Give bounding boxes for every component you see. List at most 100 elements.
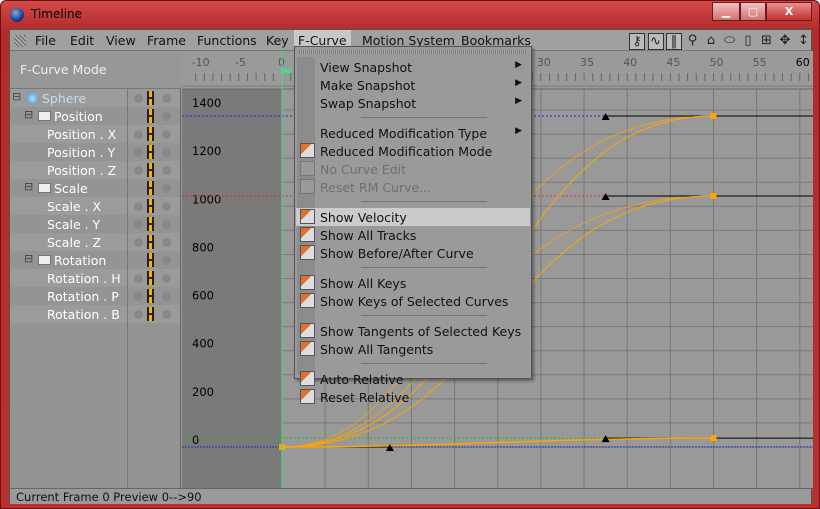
track-enable-icon[interactable] xyxy=(147,217,154,231)
track-enable-icon[interactable] xyxy=(147,253,154,267)
lock-toggle[interactable] xyxy=(162,94,171,103)
folder-icon xyxy=(38,183,51,193)
range-icon[interactable]: ▯ xyxy=(740,33,756,50)
track-row[interactable]: Scale . X xyxy=(10,197,180,215)
menu-item-auto-relative[interactable]: Auto Relative xyxy=(296,370,530,388)
solo-toggle[interactable] xyxy=(134,310,143,319)
menu-item-show-before-after-curve[interactable]: Show Before/After Curve xyxy=(296,244,530,262)
menu-item-reduced-modification-type[interactable]: Reduced Modification Type ▶ xyxy=(296,124,530,142)
solo-toggle[interactable] xyxy=(134,130,143,139)
track-enable-icon[interactable] xyxy=(147,145,154,159)
home-icon[interactable]: ⌂ xyxy=(703,33,719,50)
expand-toggle-icon[interactable]: ⊟ xyxy=(24,252,33,265)
lock-toggle[interactable] xyxy=(162,238,171,247)
lock-toggle[interactable] xyxy=(162,292,171,301)
track-enable-icon[interactable] xyxy=(147,235,154,249)
close-button[interactable]: X xyxy=(766,2,812,21)
track-row[interactable]: Rotation ⊟ xyxy=(10,251,180,269)
lock-toggle[interactable] xyxy=(162,256,171,265)
object-tree-panel: F-Curve Mode Sphere ⊟ Position ⊟ Position . … xyxy=(10,51,181,488)
lock-toggle[interactable] xyxy=(162,166,171,175)
ruler-label: 55 xyxy=(753,56,767,69)
menu-item-show-all-tangents[interactable]: Show All Tangents xyxy=(296,340,530,358)
menu-frame[interactable]: Frame xyxy=(147,33,186,48)
solo-toggle[interactable] xyxy=(134,274,143,283)
track-row[interactable]: Sphere ⊟ xyxy=(10,89,180,107)
track-row[interactable]: Scale ⊟ xyxy=(10,179,180,197)
menu-view[interactable]: View xyxy=(106,33,136,48)
lock-toggle[interactable] xyxy=(162,220,171,229)
lock-toggle[interactable] xyxy=(162,310,171,319)
expand-toggle-icon[interactable]: ⊟ xyxy=(12,90,21,103)
menu-item-show-keys-of-selected-curves[interactable]: Show Keys of Selected Curves xyxy=(296,292,530,310)
before-after-icon xyxy=(300,245,315,260)
lock-toggle[interactable] xyxy=(162,274,171,283)
track-label: Scale . Z xyxy=(47,235,102,250)
all-keys-icon xyxy=(300,275,315,290)
maximize-button[interactable]: ▢ xyxy=(740,2,766,21)
minimize-button[interactable]: ▁ xyxy=(712,2,740,21)
track-row[interactable]: Position . X xyxy=(10,125,180,143)
menu-item-show-all-tracks[interactable]: Show All Tracks xyxy=(296,226,530,244)
track-enable-icon[interactable] xyxy=(147,289,154,303)
grip-icon[interactable] xyxy=(14,35,26,47)
solo-toggle[interactable] xyxy=(134,166,143,175)
track-enable-icon[interactable] xyxy=(147,271,154,285)
tearoff-grip[interactable] xyxy=(299,50,527,54)
expand-toggle-icon[interactable]: ⊟ xyxy=(24,180,33,193)
link-icon[interactable]: ⬭ xyxy=(722,33,738,50)
status-bar: Current Frame 0 Preview 0-->90 xyxy=(10,488,811,504)
track-row[interactable]: Scale . Z xyxy=(10,233,180,251)
track-row[interactable]: Scale . Y xyxy=(10,215,180,233)
menu-edit[interactable]: Edit xyxy=(70,33,94,48)
zoom-icon[interactable]: ⚲ xyxy=(685,33,701,50)
track-enable-icon[interactable] xyxy=(147,307,154,321)
track-row[interactable]: Rotation . B xyxy=(10,305,180,323)
menu-item-label: Show All Tracks xyxy=(320,228,417,243)
add-icon[interactable]: ⊞ xyxy=(759,33,775,50)
solo-toggle[interactable] xyxy=(134,148,143,157)
reset-rm-icon xyxy=(300,179,315,194)
value-label: 200 xyxy=(192,385,214,399)
menu-separator xyxy=(361,315,487,316)
key-mode-icon[interactable]: ⚷ xyxy=(629,33,645,50)
track-row[interactable]: Rotation . P xyxy=(10,287,180,305)
track-row[interactable]: Position . Y xyxy=(10,143,180,161)
track-enable-icon[interactable] xyxy=(147,199,154,213)
solo-toggle[interactable] xyxy=(134,220,143,229)
menu-file[interactable]: File xyxy=(35,33,56,48)
lock-toggle[interactable] xyxy=(162,184,171,193)
lock-toggle[interactable] xyxy=(162,202,171,211)
scale-icon[interactable]: ↕ xyxy=(796,33,812,50)
lock-toggle[interactable] xyxy=(162,112,171,121)
menu-functions[interactable]: Functions xyxy=(197,33,257,48)
expand-toggle-icon[interactable]: ⊟ xyxy=(24,108,33,121)
solo-toggle[interactable] xyxy=(134,202,143,211)
track-enable-icon[interactable] xyxy=(147,91,154,105)
menu-item-show-all-keys[interactable]: Show All Keys xyxy=(296,274,530,292)
track-label: Rotation . P xyxy=(47,289,119,304)
solo-toggle[interactable] xyxy=(134,94,143,103)
track-row[interactable]: Position ⊟ xyxy=(10,107,180,125)
dopesheet-icon[interactable]: ‖ xyxy=(666,33,682,50)
menu-item-make-snapshot[interactable]: Make Snapshot ▶ xyxy=(296,76,530,94)
menu-item-show-tangents-of-selected-keys[interactable]: Show Tangents of Selected Keys xyxy=(296,322,530,340)
move-icon[interactable]: ✥ xyxy=(777,33,793,50)
track-enable-icon[interactable] xyxy=(147,127,154,141)
menu-item-show-velocity[interactable]: Show Velocity xyxy=(296,208,530,226)
lock-toggle[interactable] xyxy=(162,130,171,139)
fcurve-mode-icon[interactable]: ∿ xyxy=(647,33,664,50)
track-enable-icon[interactable] xyxy=(147,163,154,177)
menu-item-reset-relative[interactable]: Reset Relative xyxy=(296,388,530,406)
track-row[interactable]: Position . Z xyxy=(10,161,180,179)
solo-toggle[interactable] xyxy=(134,238,143,247)
lock-toggle[interactable] xyxy=(162,148,171,157)
menu-key[interactable]: Key xyxy=(266,33,289,48)
menu-item-swap-snapshot[interactable]: Swap Snapshot ▶ xyxy=(296,94,530,112)
menu-item-view-snapshot[interactable]: View Snapshot ▶ xyxy=(296,58,530,76)
solo-toggle[interactable] xyxy=(134,292,143,301)
menu-item-reduced-modification-mode[interactable]: Reduced Modification Mode xyxy=(296,142,530,160)
track-row[interactable]: Rotation . H xyxy=(10,269,180,287)
track-enable-icon[interactable] xyxy=(147,181,154,195)
track-enable-icon[interactable] xyxy=(147,109,154,123)
